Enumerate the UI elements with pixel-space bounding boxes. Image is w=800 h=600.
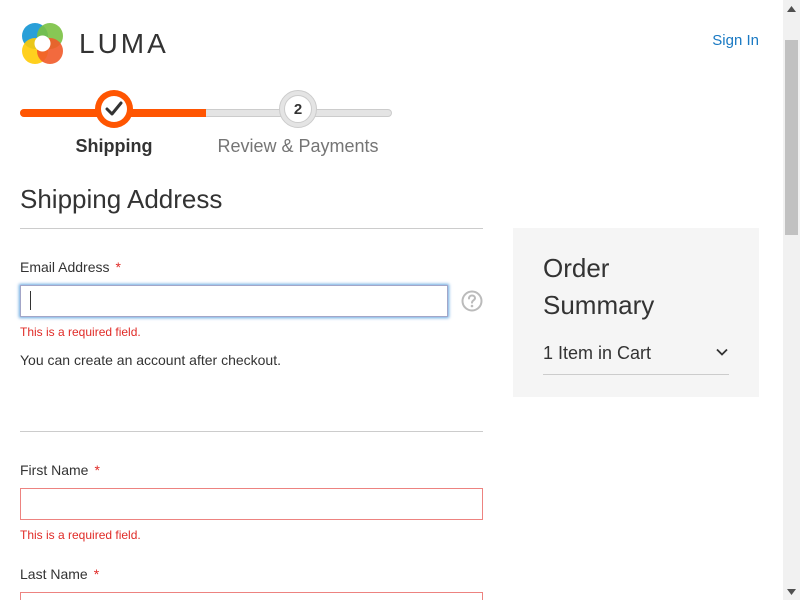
order-summary-panel: Order Summary 1 Item in Cart [513,228,759,397]
account-note: You can create an account after checkout… [20,352,281,368]
email-required-marker: * [115,259,121,275]
first-name-field[interactable] [20,488,483,520]
scroll-thumb[interactable] [785,40,798,235]
scroll-up-arrow-icon [787,5,796,12]
step-review-number: 2 [284,95,312,123]
first-name-error: This is a required field. [20,528,141,542]
step-shipping-marker [95,90,133,128]
question-circle-icon[interactable] [461,290,483,312]
title-divider [20,228,483,229]
logo-text: LUMA [79,27,169,59]
last-name-field[interactable] [20,592,483,600]
scroll-down-button[interactable] [783,583,800,600]
first-name-label: First Name * [20,462,100,478]
items-in-cart-label: 1 Item in Cart [543,343,652,363]
items-in-cart-toggle[interactable]: 1 Item in Cart [543,341,729,375]
scroll-down-arrow-icon [787,588,796,595]
step-review-label[interactable]: Review & Payments [210,136,386,157]
email-field[interactable] [20,285,448,317]
email-label: Email Address * [20,259,121,275]
luma-logo-icon [22,23,63,64]
scroll-up-button[interactable] [783,0,800,17]
shipping-address-title: Shipping Address [20,184,223,214]
first-name-required-marker: * [94,462,100,478]
order-summary-title: Order Summary [543,253,655,320]
step-review-marker[interactable]: 2 [279,90,317,128]
first-name-label-text: First Name [20,462,89,478]
checkout-page: LUMA Sign In 2 Shipping Review & Payment… [0,0,800,600]
last-name-label-text: Last Name [20,566,88,582]
chevron-down-icon [716,348,728,356]
email-label-text: Email Address [20,259,110,275]
text-caret [30,291,31,310]
sign-in-link[interactable]: Sign In [712,32,759,49]
luma-logo[interactable]: LUMA [20,21,169,66]
checkout-progress-bar: 2 Shipping Review & Payments [20,90,392,170]
last-name-required-marker: * [93,566,100,582]
checkmark-icon [105,101,123,116]
form-divider [20,431,483,432]
last-name-label: Last Name * [20,566,99,582]
step-shipping-label: Shipping [75,136,153,156]
page-scrollbar[interactable] [783,0,800,600]
email-error: This is a required field. [20,325,141,339]
